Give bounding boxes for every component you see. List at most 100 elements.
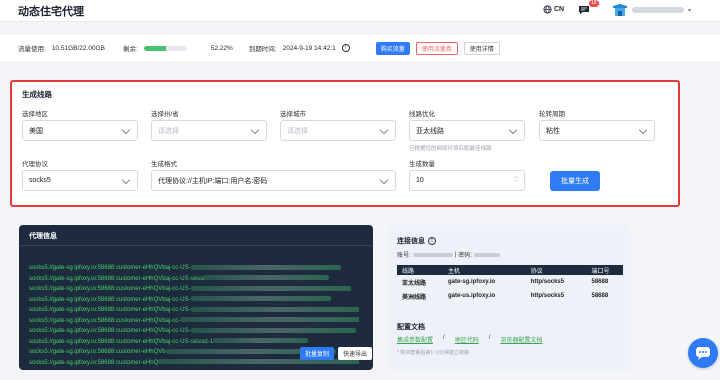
table-cell: gate-us.ipfoxy.io bbox=[447, 293, 496, 299]
connection-info-panel: 连接信息 ! 账号: | 密码: 线路 主机 协议 端口号 亚太线路 gate-sg.i… bbox=[389, 225, 631, 370]
chevron-down-icon bbox=[121, 125, 131, 135]
table-cell: http/socks5 bbox=[530, 279, 565, 285]
proxy-line-text: socks5://gate-sg.ipfoxy.io:58688:custome… bbox=[29, 275, 205, 282]
buy-traffic-button[interactable]: 购买流量 bbox=[375, 41, 410, 55]
table-cell: 亚太线路 bbox=[402, 280, 427, 287]
usage-summary: 流量使用: 10.51GB/22.00GB 剩余: 52.22% 到期时间: 2… bbox=[0, 35, 720, 61]
account-redacted[interactable] bbox=[412, 252, 453, 257]
connection-title-text: 连接信息 bbox=[397, 238, 425, 245]
quick-export-button[interactable]: 快速导出 bbox=[338, 347, 373, 360]
proxy-line-text: socks5://gate-sg.ipfoxy.io:58688:custome… bbox=[29, 317, 181, 324]
route-value: 亚太线路 bbox=[416, 127, 444, 135]
region-select[interactable]: 美国 bbox=[22, 120, 138, 141]
remaining-progress-fill bbox=[143, 45, 167, 51]
proxy-line-text: socks5://gate-sg.ipfoxy.io:58688:custome… bbox=[29, 338, 213, 345]
rotation-select[interactable]: 粘性 bbox=[539, 120, 655, 141]
chevron-down-icon bbox=[379, 175, 389, 185]
docs-title: 配置文档 bbox=[397, 324, 425, 331]
connection-title: 连接信息 ! bbox=[397, 236, 436, 246]
state-placeholder: 请选择 bbox=[158, 127, 179, 135]
user-menu[interactable]: ▾ bbox=[612, 3, 691, 17]
proxy-line[interactable]: socks5://gate-sg.ipfoxy.io:58688:custome… bbox=[29, 295, 359, 306]
state-label: 选择州/省 bbox=[151, 111, 179, 118]
avatar-icon bbox=[613, 4, 627, 16]
proxy-line[interactable]: socks5://gate-sg.ipfoxy.io:58688:custome… bbox=[29, 263, 359, 274]
table-cell: gate-sg.ipfoxy.io bbox=[447, 279, 496, 285]
proxy-line-text: socks5://gate-sg.ipfoxy.io:58688:custome… bbox=[29, 265, 191, 271]
stepper-down-icon[interactable]: ﹀ bbox=[514, 180, 519, 186]
route-select[interactable]: 亚太线路 bbox=[409, 120, 525, 141]
table-header-cell: 端口号 bbox=[586, 265, 623, 275]
traffic-label: 流量使用: bbox=[18, 46, 46, 53]
user-name-redacted bbox=[632, 7, 684, 13]
count-stepper[interactable]: ︿ ﹀ bbox=[514, 174, 519, 186]
proxy-line[interactable]: socks5://gate-sg.ipfoxy.io:58688:custome… bbox=[29, 337, 359, 348]
redacted-credentials bbox=[212, 338, 308, 344]
redacted-credentials bbox=[190, 296, 331, 302]
connection-table: 线路 主机 协议 端口号 亚太线路 gate-sg.ipfoxy.io http/sock… bbox=[397, 265, 623, 303]
state-select[interactable]: 请选择 bbox=[151, 120, 267, 141]
language-switcher[interactable]: CN bbox=[543, 5, 564, 14]
proxy-line[interactable]: socks5://gate-sg.ipfoxy.io:58688:custome… bbox=[29, 284, 359, 295]
doc-link-browser-config[interactable]: 浏览器配置文档 bbox=[500, 335, 542, 344]
region-label: 选择地区 bbox=[22, 111, 48, 118]
info-icon[interactable]: ! bbox=[428, 237, 436, 245]
count-input[interactable]: 10 ︿ ﹀ bbox=[409, 170, 525, 191]
table-cell: http/socks5 bbox=[530, 293, 565, 299]
count-value: 10 bbox=[416, 177, 424, 184]
generate-lines-panel: 生成线路 选择地区 美国 选择州/省 请选择 选择城市 请选择 线路优化 亚太线… bbox=[10, 80, 680, 207]
proxy-line-text: socks5://gate-sg.ipfoxy.io:58688:custome… bbox=[29, 328, 191, 334]
proxy-line[interactable]: socks5://gate-sg.ipfoxy.io:58688:custome… bbox=[29, 274, 359, 285]
account-label: 账号: bbox=[397, 253, 411, 259]
traffic-value: 10.51GB/22.00GB bbox=[51, 44, 105, 52]
chevron-down-icon bbox=[121, 175, 131, 185]
proxy-line-text: socks5://gate-sg.ipfoxy.io:58688:custome… bbox=[29, 296, 191, 303]
protocol-label: 代理协议 bbox=[22, 161, 48, 168]
remaining-label: 剩余: bbox=[122, 46, 138, 53]
proxy-line-text: socks5://gate-sg.ipfoxy.io:58688:custome… bbox=[29, 359, 159, 366]
proxy-line[interactable]: socks5://gate-sg.ipfoxy.io:58688:custome… bbox=[29, 305, 359, 316]
city-select[interactable]: 请选择 bbox=[280, 120, 396, 141]
format-value: 代理协议://主机IP:端口:用户名:密码 bbox=[158, 177, 268, 185]
table-cell: 58688 bbox=[591, 279, 609, 285]
separator: / bbox=[443, 335, 445, 341]
expiry-value: 2024-9-19 14:42:1 bbox=[282, 44, 336, 52]
redacted-credentials bbox=[190, 264, 341, 270]
protocol-select[interactable]: socks5 bbox=[22, 170, 138, 191]
chevron-down-icon bbox=[250, 125, 260, 135]
protocol-value: socks5 bbox=[29, 177, 51, 184]
doc-link-integration[interactable]: 集成参数配置 bbox=[397, 335, 433, 344]
proxy-line-text: socks5://gate-sg.ipfoxy.io:58688:custome… bbox=[29, 286, 191, 292]
proxy-info-title: 代理信息 bbox=[29, 233, 57, 240]
count-label: 生成数量 bbox=[409, 161, 435, 168]
redacted-credentials bbox=[190, 327, 356, 333]
batch-copy-button[interactable]: 批量复制 bbox=[300, 347, 335, 360]
proxy-line[interactable]: socks5://gate-sg.ipfoxy.io:58688:custome… bbox=[29, 316, 359, 327]
message-icon bbox=[579, 6, 589, 14]
table-header-cell: 协议 bbox=[525, 265, 587, 275]
info-icon[interactable]: ! bbox=[341, 44, 350, 52]
format-select[interactable]: 代理协议://主机IP:端口:用户名:密码 bbox=[151, 170, 396, 191]
proxy-info-panel: 代理信息 socks5://gate-sg.ipfoxy.io:58688:cu… bbox=[19, 225, 373, 370]
redacted-credentials bbox=[158, 359, 359, 365]
city-label: 选择城市 bbox=[280, 111, 306, 118]
city-placeholder: 请选择 bbox=[287, 127, 308, 135]
table-row: 亚太线路 gate-sg.ipfoxy.io http/socks5 58688 bbox=[397, 275, 623, 289]
docs-note: * 购买套餐后第1~3分钟建立链接 bbox=[397, 350, 469, 356]
support-chat-button[interactable] bbox=[688, 338, 718, 368]
proxy-line[interactable]: socks5://gate-sg.ipfoxy.io:58688:custome… bbox=[29, 326, 359, 337]
batch-generate-button[interactable]: 批量生成 bbox=[550, 171, 600, 191]
doc-link-region-codes[interactable]: 地区代码 bbox=[455, 335, 479, 344]
route-hint: 已根据您的网络环境匹配最佳线路 bbox=[409, 146, 492, 152]
usage-details-button[interactable]: 使用详情 bbox=[463, 41, 500, 55]
password-redacted[interactable] bbox=[473, 252, 500, 257]
redacted-credentials bbox=[180, 317, 359, 323]
table-row: 美洲线路 gate-us.ipfoxy.io http/socks5 58688 bbox=[397, 289, 623, 303]
use-coupon-button[interactable]: 使用流量券 bbox=[415, 41, 458, 55]
table-header-row: 线路 主机 协议 端口号 bbox=[397, 265, 623, 275]
password-label: 密码: bbox=[458, 253, 472, 259]
redacted-credentials bbox=[190, 306, 359, 312]
table-cell: 美洲线路 bbox=[402, 294, 427, 301]
proxy-line-text: socks5://gate-sg.ipfoxy.io:58688:custome… bbox=[29, 349, 166, 355]
chevron-down-icon: ▾ bbox=[688, 7, 692, 14]
